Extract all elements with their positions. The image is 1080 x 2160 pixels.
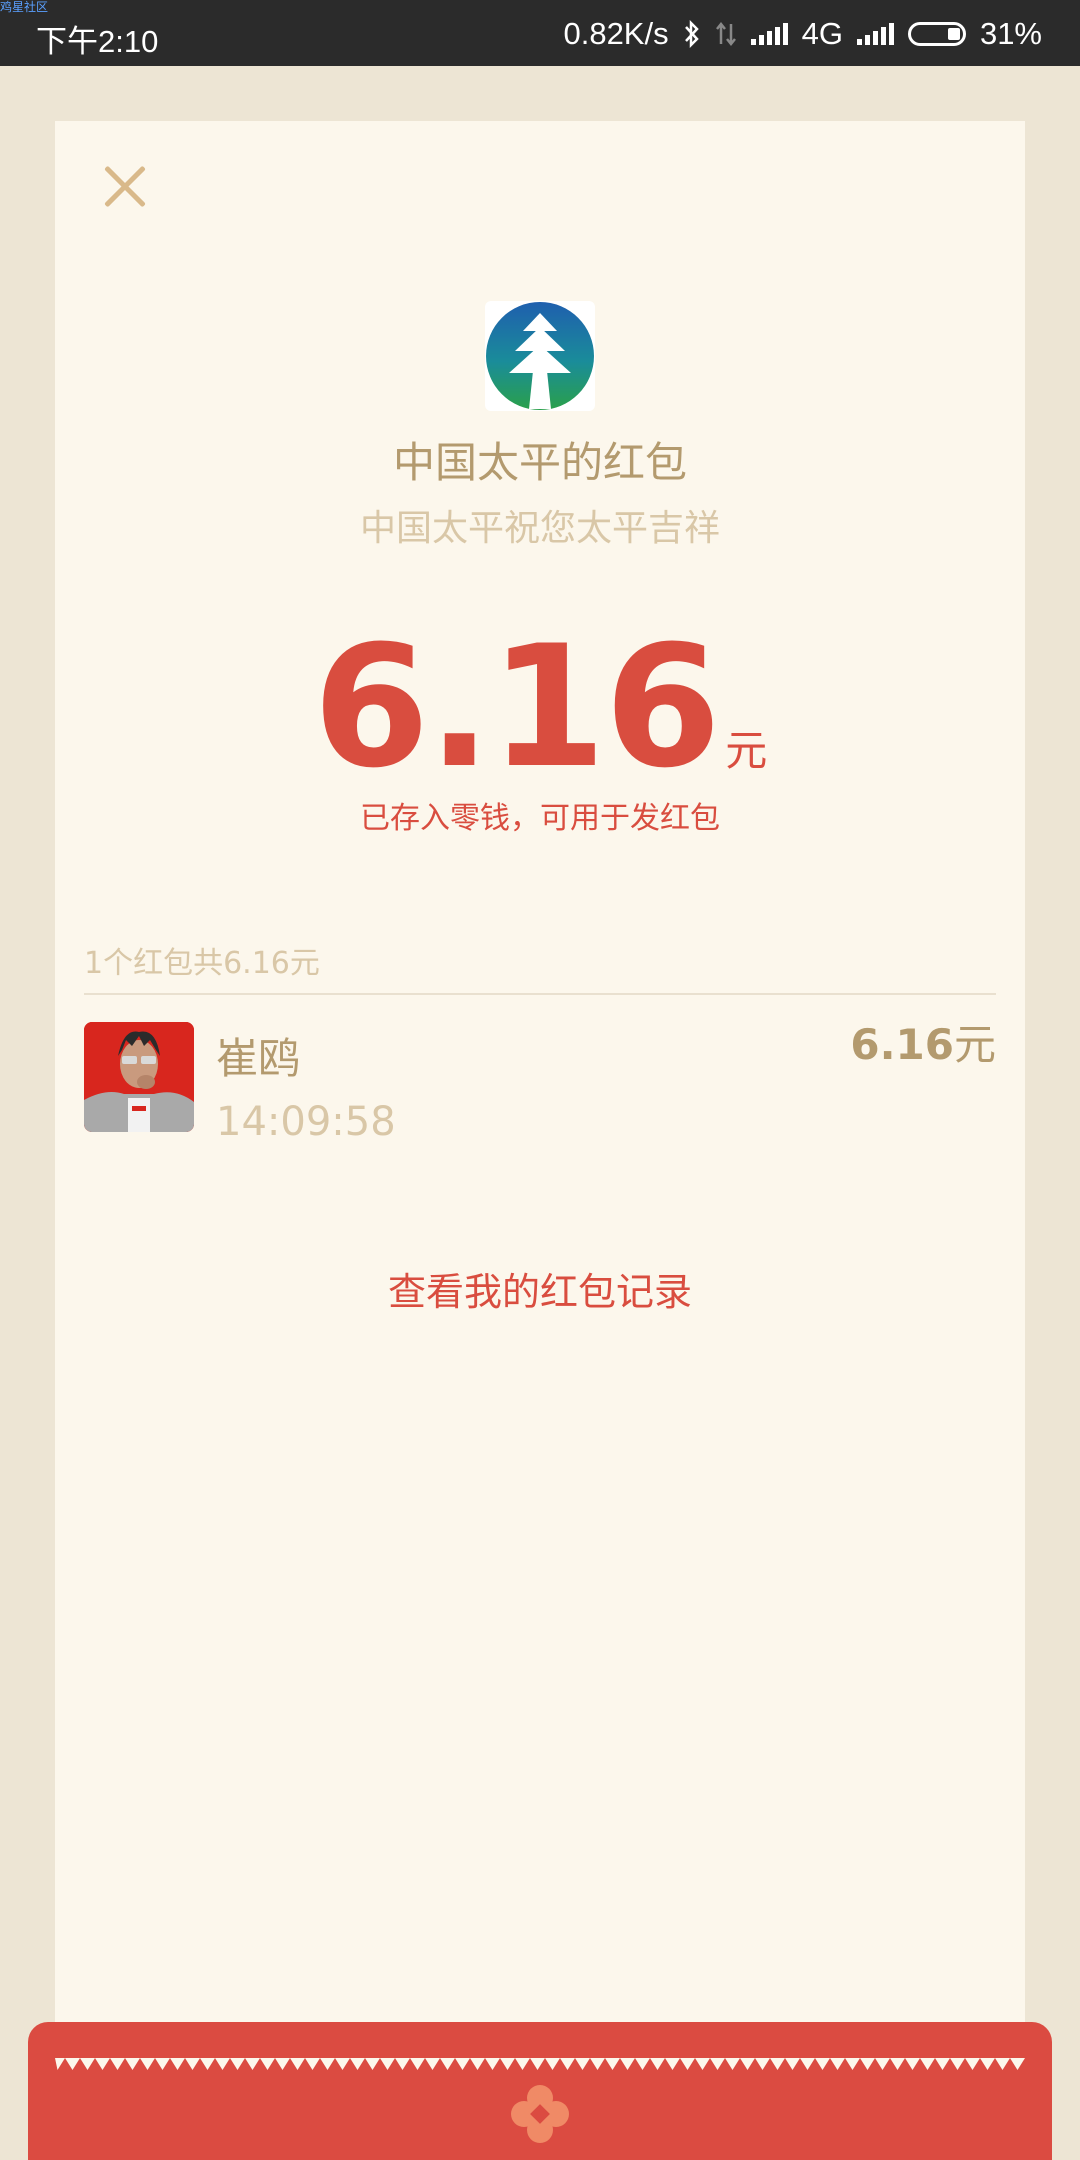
saved-to-balance-link[interactable]: 已存入零钱，可用于发红包 (55, 793, 1025, 837)
packet-wish: 中国太平祝您太平吉祥 (359, 508, 720, 549)
status-right: 0.82K/s 4G 31% (563, 14, 1042, 54)
avatar (84, 1022, 194, 1132)
watermark: 鸡星社区 (0, 0, 49, 14)
battery-level: 31% (979, 16, 1042, 51)
battery-icon (907, 22, 966, 46)
bluetooth-icon (684, 20, 699, 48)
amount-unit: 元 (725, 726, 768, 775)
china-taiping-logo (485, 301, 595, 411)
record-amount: 6.16元 (850, 1011, 996, 1072)
record-name: 崔鸥 (216, 1034, 301, 1083)
view-history-link[interactable]: 查看我的红包记录 (55, 1261, 1025, 1316)
data-transfer-icon (715, 21, 736, 47)
divider (84, 993, 996, 995)
status-bar: 鸡星社区 下午2:10 0.82K/s 4G 31% (0, 0, 1080, 66)
net-speed: 0.82K/s (563, 16, 669, 51)
record-amount-value: 6.16 (850, 1020, 954, 1069)
flower-emblem-icon (511, 2085, 569, 2143)
packet-sender-title: 中国太平的红包 (392, 438, 687, 487)
status-time: 下午2:10 (36, 24, 159, 59)
network-type: 4G (801, 16, 843, 51)
signal-icon (750, 23, 788, 45)
card-zigzag-edge (55, 2058, 1025, 2070)
close-icon[interactable] (95, 157, 155, 217)
record-amount-unit: 元 (953, 1020, 996, 1069)
packet-amount: 6.16 元 (55, 609, 1025, 805)
records-summary: 1个红包共6.16元 (84, 946, 320, 981)
record-time: 14:09:58 (216, 1099, 396, 1145)
signal-icon-2 (856, 23, 894, 45)
amount-value: 6.16 (312, 609, 722, 805)
red-packet-detail-card: 中国太平的红包 中国太平祝您太平吉祥 6.16 元 已存入零钱，可用于发红包 1个… (55, 121, 1025, 2081)
